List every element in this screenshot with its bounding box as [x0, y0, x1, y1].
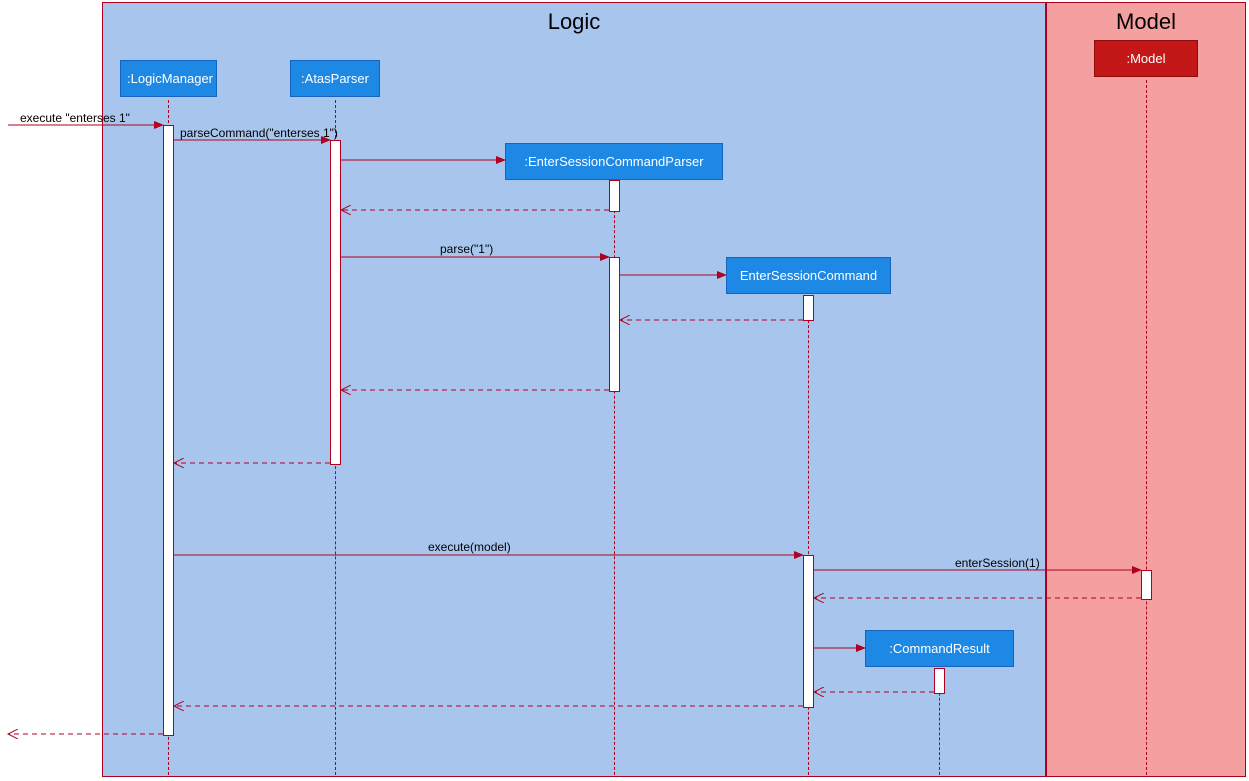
activation-atasparser [330, 140, 341, 465]
participant-escmd: EnterSessionCommand [726, 257, 891, 294]
msg-entersession: enterSession(1) [955, 556, 1040, 570]
activation-model [1141, 570, 1152, 600]
logic-frame-title: Logic [103, 9, 1045, 35]
participant-cmdresult: :CommandResult [865, 630, 1014, 667]
activation-escp-1 [609, 180, 620, 212]
participant-model: :Model [1094, 40, 1198, 77]
participant-escp: :EnterSessionCommandParser [505, 143, 723, 180]
msg-parsecommand: parseCommand("enterses 1") [180, 126, 338, 140]
msg-execute-model: execute(model) [428, 540, 511, 554]
model-frame-title: Model [1047, 9, 1245, 35]
activation-cmdresult [934, 668, 945, 694]
msg-parse: parse("1") [440, 242, 493, 256]
participant-atasparser: :AtasParser [290, 60, 380, 97]
activation-escmd-2 [803, 555, 814, 708]
sequence-diagram: Logic Model :LogicManager :AtasParser :M… [0, 0, 1249, 781]
msg-execute-enterses: execute "enterses 1" [20, 111, 130, 125]
lifeline-model [1146, 80, 1147, 775]
activation-logicmanager [163, 125, 174, 736]
activation-escmd-1 [803, 295, 814, 321]
activation-escp-2 [609, 257, 620, 392]
participant-logicmanager: :LogicManager [120, 60, 217, 97]
